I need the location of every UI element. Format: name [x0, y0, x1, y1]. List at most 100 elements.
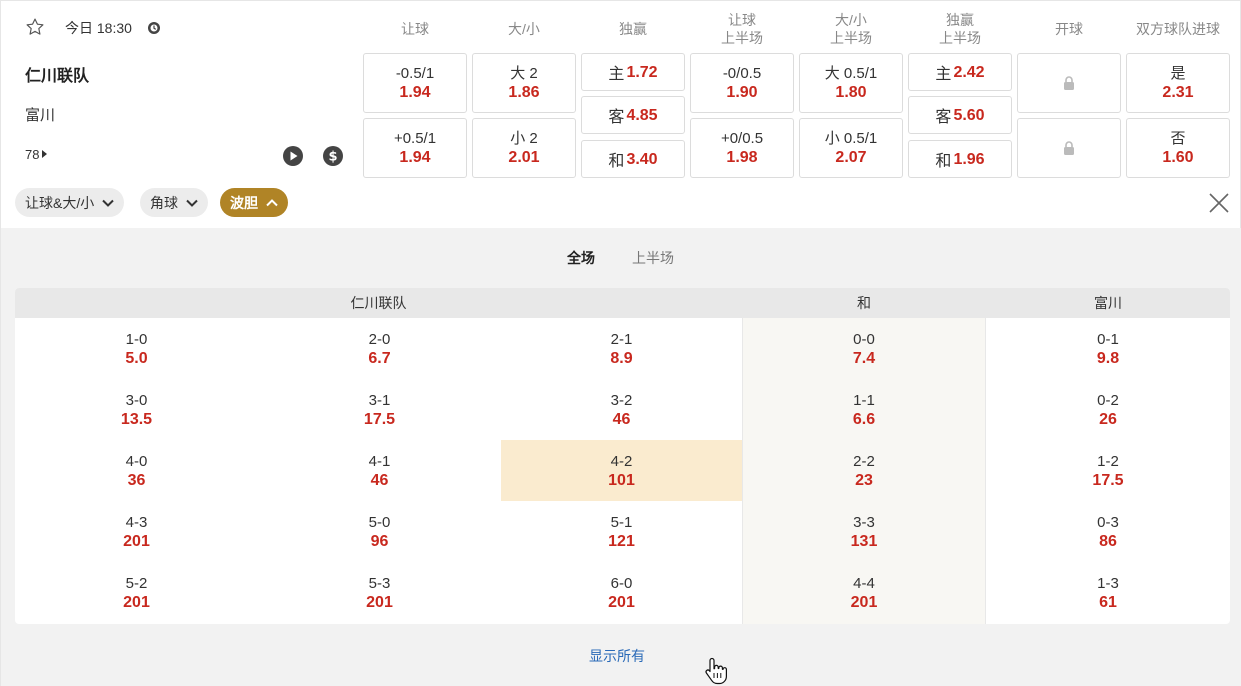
score-cell[interactable]: 1-3 61	[986, 562, 1230, 623]
score-cell[interactable]: 6-0 201	[501, 562, 742, 623]
score-price: 13.5	[120, 410, 153, 428]
filter-chip-corners[interactable]: 角球	[140, 188, 208, 217]
odds-total-over[interactable]: 大 2 1.86	[472, 53, 576, 113]
odds-label: 和	[935, 153, 952, 170]
score-price: 6.6	[852, 410, 876, 428]
odds-moneyline-1h-home[interactable]: 主 2.42	[908, 53, 1012, 91]
score-cell[interactable]: 2-2 23	[742, 440, 986, 501]
score-cell[interactable]: 3-1 17.5	[258, 379, 501, 440]
score-cell[interactable]: 4-0 36	[15, 440, 258, 501]
odds-moneyline-home[interactable]: 主 1.72	[581, 53, 685, 91]
clock-icon	[148, 22, 160, 34]
odds-price: 1.72	[626, 63, 658, 81]
odds-btts-yes[interactable]: 是 2.31	[1126, 53, 1230, 113]
tab-full-time[interactable]: 全场	[567, 248, 595, 268]
score-label: 3-1	[368, 391, 391, 409]
score-label: 4-1	[368, 452, 391, 470]
score-cell[interactable]: 2-1 8.9	[501, 318, 742, 379]
score-label: 4-2	[610, 452, 633, 470]
chevron-down-icon	[102, 199, 114, 207]
filter-chip-correct-score[interactable]: 波胆	[220, 188, 288, 217]
score-cell[interactable]: 5-2 201	[15, 562, 258, 623]
chip-label: 波胆	[230, 194, 258, 211]
odds-line: -0/0.5	[722, 65, 762, 82]
header-total-label: 大/小	[508, 21, 540, 37]
odds-price: 2.01	[508, 149, 540, 166]
score-label: 5-0	[368, 513, 391, 531]
odds-moneyline-draw[interactable]: 和 3.40	[581, 140, 685, 178]
score-cell[interactable]: 5-0 96	[258, 501, 501, 562]
odds-moneyline-away[interactable]: 客 4.85	[581, 96, 685, 134]
show-all-link[interactable]: 显示所有	[589, 646, 645, 666]
score-price: 5.0	[125, 349, 148, 367]
header-handicap-label: 让球	[401, 21, 429, 37]
score-label: 1-2	[1097, 452, 1119, 470]
header-handicap-1h-label: 让球	[728, 12, 756, 28]
score-cell[interactable]: 4-2 101	[501, 440, 742, 501]
odds-label: 客	[935, 109, 952, 126]
odds-handicap-1h-home[interactable]: -0/0.5 1.90	[690, 53, 794, 113]
score-label: 6-0	[610, 574, 633, 592]
header-moneyline: 独赢	[581, 9, 685, 49]
score-label: 0-0	[853, 330, 875, 348]
header-total-1h-label: 大/小	[835, 12, 867, 28]
score-cell[interactable]: 3-2 46	[501, 379, 742, 440]
minute-value: 78	[25, 147, 40, 162]
score-label: 2-2	[853, 452, 875, 470]
odds-btts-no[interactable]: 否 1.60	[1126, 118, 1230, 178]
score-cell[interactable]: 3-3 131	[742, 501, 986, 562]
score-cell[interactable]: 4-3 201	[15, 501, 258, 562]
odds-line: +0.5/1	[393, 130, 437, 147]
odds-total-1h-under[interactable]: 小 0.5/1 2.07	[799, 118, 903, 178]
score-price: 201	[123, 532, 150, 550]
score-cell[interactable]: 2-0 6.7	[258, 318, 501, 379]
score-cell[interactable]: 0-1 9.8	[986, 318, 1230, 379]
close-icon[interactable]	[1208, 192, 1230, 214]
odds-line: 否	[1170, 130, 1186, 147]
odds-label: 主	[935, 66, 952, 83]
home-team-name: 仁川联队	[25, 68, 90, 85]
score-cell[interactable]: 4-1 46	[258, 440, 501, 501]
score-cell[interactable]: 0-2 26	[986, 379, 1230, 440]
score-cell[interactable]: 3-0 13.5	[15, 379, 258, 440]
score-cell[interactable]: 1-0 5.0	[15, 318, 258, 379]
cashout-dollar-icon[interactable]: $	[322, 145, 344, 167]
score-cell[interactable]: 4-4 201	[742, 562, 986, 623]
match-card: 今日 18:30 仁川联队 富川 78 $ 让球 大/小 独赢 让球 上半场 大/…	[0, 0, 1241, 686]
odds-label: 客	[608, 109, 625, 126]
score-cell[interactable]: 1-1 6.6	[742, 379, 986, 440]
score-cell[interactable]: 1-2 17.5	[986, 440, 1230, 501]
column-header-draw: 和	[857, 295, 871, 311]
match-minute[interactable]: 78	[25, 147, 48, 162]
score-price: 36	[127, 471, 146, 489]
odds-price: 2.42	[953, 63, 985, 81]
odds-line: 大 0.5/1	[824, 65, 878, 82]
odds-moneyline-1h-away[interactable]: 客 5.60	[908, 96, 1012, 134]
odds-handicap-home[interactable]: -0.5/1 1.94	[363, 53, 467, 113]
favorite-star-icon[interactable]	[25, 17, 45, 37]
score-cell[interactable]: 0-3 86	[986, 501, 1230, 562]
odds-total-1h-over[interactable]: 大 0.5/1 1.80	[799, 53, 903, 113]
score-label: 5-1	[610, 513, 633, 531]
tab-first-half[interactable]: 上半场	[632, 248, 674, 268]
match-time: 今日 18:30	[65, 20, 132, 36]
filter-chip-handicap-total[interactable]: 让球&大/小	[15, 188, 125, 217]
score-price: 61	[1099, 593, 1117, 611]
score-price: 201	[123, 593, 150, 611]
score-cell[interactable]: 5-1 121	[501, 501, 742, 562]
odds-handicap-away[interactable]: +0.5/1 1.94	[363, 118, 467, 178]
play-icon[interactable]	[282, 145, 304, 167]
score-cell[interactable]: 5-3 201	[258, 562, 501, 623]
lock-icon	[1064, 76, 1074, 90]
odds-price: 2.31	[1162, 84, 1194, 101]
score-cell[interactable]: 0-0 7.4	[742, 318, 986, 379]
odds-handicap-1h-away[interactable]: +0/0.5 1.98	[690, 118, 794, 178]
odds-total-under[interactable]: 小 2 2.01	[472, 118, 576, 178]
odds-moneyline-1h-draw[interactable]: 和 1.96	[908, 140, 1012, 178]
odds-label: 主	[608, 66, 625, 83]
score-price: 8.9	[610, 349, 633, 367]
hand-pointer-cursor-icon	[705, 657, 727, 685]
odds-price: 1.60	[1162, 149, 1194, 166]
odds-price: 1.98	[726, 149, 758, 166]
odds-price: 2.07	[835, 149, 867, 166]
